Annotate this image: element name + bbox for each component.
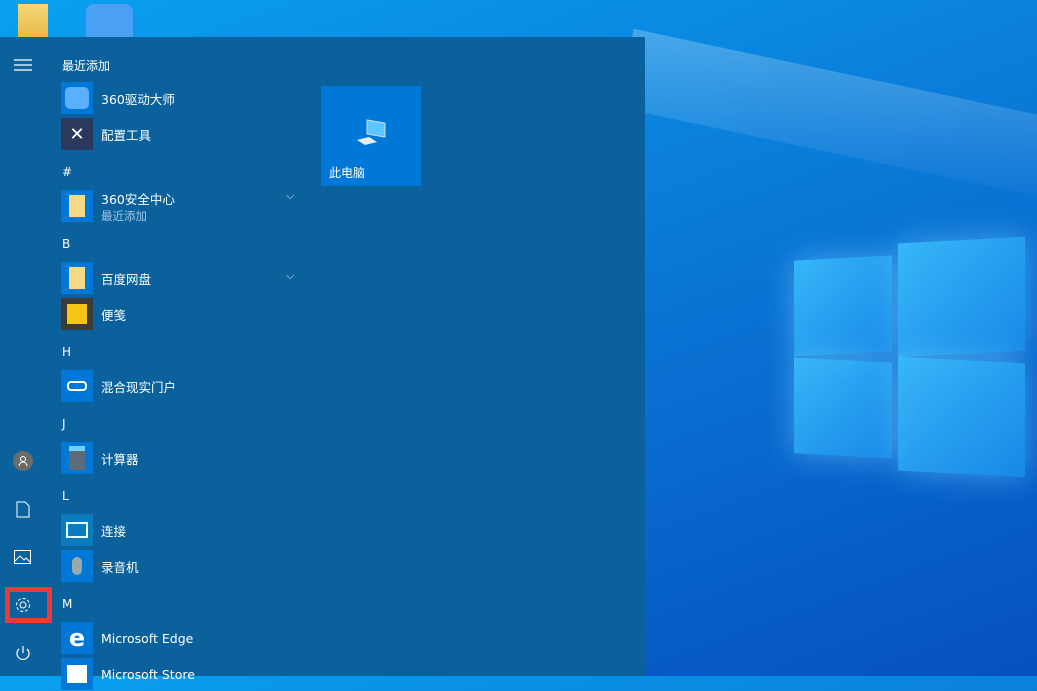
app-voice-recorder[interactable]: 录音机 <box>61 549 301 583</box>
app-edge[interactable]: e Microsoft Edge <box>61 621 301 655</box>
desktop-folder-icon[interactable] <box>18 4 48 37</box>
windows-logo-pane <box>898 236 1025 358</box>
start-menu: 最近添加 360驱动大师 ✕ 配置工具 # 360安全中心 最近添加 ⌵ B 百度网… <box>0 37 645 690</box>
computer-icon <box>357 119 386 145</box>
calculator-icon <box>61 442 93 474</box>
group-header: M <box>62 597 73 611</box>
user-avatar-icon[interactable] <box>0 441 45 481</box>
group-header: # <box>62 165 73 179</box>
360-driver-icon <box>61 82 93 114</box>
app-sticky-notes[interactable]: 便笺 <box>61 297 301 331</box>
app-360-driver[interactable]: 360驱动大师 <box>61 81 301 115</box>
app-baidu-netdisk[interactable]: 百度网盘 <box>61 261 301 295</box>
wrench-icon: ✕ <box>61 118 93 150</box>
sticky-note-icon <box>61 298 93 330</box>
app-store[interactable]: Microsoft Store <box>61 657 301 691</box>
desktop-360-driver-icon[interactable] <box>86 4 133 37</box>
cast-icon <box>61 514 93 546</box>
chevron-down-icon[interactable]: ⌵ <box>286 189 294 203</box>
windows-logo-pane <box>794 255 892 357</box>
power-icon[interactable] <box>0 633 45 673</box>
group-header: L <box>62 489 69 503</box>
store-icon <box>61 658 93 690</box>
group-header: 最近添加 <box>62 59 111 73</box>
app-calculator[interactable]: 计算器 <box>61 441 301 475</box>
tile-label: 此电脑 <box>329 166 366 180</box>
app-360-security[interactable]: 360安全中心 最近添加 <box>61 189 301 223</box>
start-rail <box>0 37 45 676</box>
documents-icon[interactable] <box>0 489 45 529</box>
headset-icon <box>61 370 93 402</box>
windows-logo-pane <box>794 357 892 459</box>
microphone-icon <box>61 550 93 582</box>
group-header: H <box>62 345 72 359</box>
app-mixed-reality[interactable]: 混合现实门户 <box>61 369 301 403</box>
app-connect[interactable]: 连接 <box>61 513 301 547</box>
pictures-icon[interactable] <box>0 537 45 577</box>
hamburger-menu-icon[interactable] <box>0 45 45 85</box>
tile-this-pc[interactable]: 此电脑 <box>321 86 421 186</box>
group-header: J <box>62 417 66 431</box>
folder-icon <box>61 262 93 294</box>
edge-icon: e <box>61 622 93 654</box>
chevron-down-icon[interactable]: ⌵ <box>286 269 294 283</box>
app-config-tool[interactable]: ✕ 配置工具 <box>61 117 301 151</box>
folder-icon <box>61 190 93 222</box>
windows-logo-pane <box>898 356 1025 478</box>
light-beam <box>617 28 1037 212</box>
group-header: B <box>62 237 71 251</box>
settings-highlight-box <box>5 587 52 623</box>
